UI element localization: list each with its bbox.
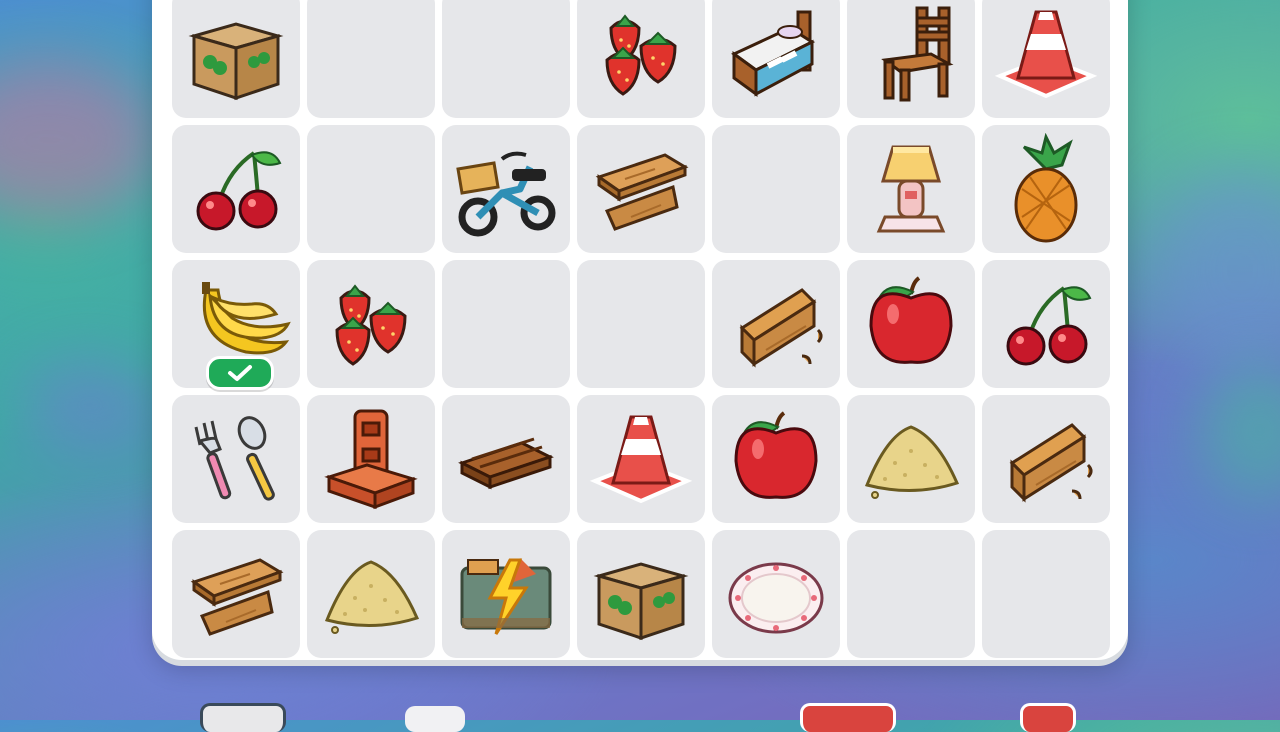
board-cell[interactable] xyxy=(577,0,705,118)
board-cell[interactable] xyxy=(172,125,300,253)
board-cell-empty[interactable] xyxy=(577,260,705,388)
board-cell-empty[interactable] xyxy=(847,530,975,658)
energy-crate-icon[interactable] xyxy=(450,538,562,650)
background-blob xyxy=(1150,170,1280,370)
bed-icon[interactable] xyxy=(720,0,832,110)
bottom-item-peek[interactable] xyxy=(800,703,896,732)
wooden-pallet-icon[interactable] xyxy=(450,403,562,515)
merge-board xyxy=(152,0,1128,660)
sand-pile-icon[interactable] xyxy=(855,403,967,515)
board-cell[interactable] xyxy=(442,530,570,658)
wooden-log-icon[interactable] xyxy=(990,403,1102,515)
board-cell[interactable] xyxy=(442,125,570,253)
sand-pile-icon[interactable] xyxy=(315,538,427,650)
board-cell[interactable] xyxy=(577,125,705,253)
bicycle-icon[interactable] xyxy=(450,133,562,245)
wooden-planks-icon[interactable] xyxy=(585,133,697,245)
board-cell[interactable] xyxy=(982,260,1110,388)
pineapple-icon[interactable] xyxy=(990,133,1102,245)
wooden-log-icon[interactable] xyxy=(720,268,832,380)
board-grid xyxy=(172,0,1110,658)
board-cell[interactable] xyxy=(712,395,840,523)
traffic-cone-icon[interactable] xyxy=(585,403,697,515)
board-cell[interactable] xyxy=(982,125,1110,253)
background-blob xyxy=(1200,360,1280,500)
board-cell-empty[interactable] xyxy=(442,0,570,118)
traffic-cone-icon[interactable] xyxy=(990,0,1102,110)
brick-blocks-icon[interactable] xyxy=(315,403,427,515)
fork-spoon-icon[interactable] xyxy=(180,403,292,515)
wooden-chair-icon[interactable] xyxy=(855,0,967,110)
table-lamp-icon[interactable] xyxy=(855,133,967,245)
checkmark-icon xyxy=(206,356,274,390)
strawberries-icon[interactable] xyxy=(315,268,427,380)
apple-icon[interactable] xyxy=(720,403,832,515)
apple-icon[interactable] xyxy=(855,268,967,380)
board-cell[interactable] xyxy=(172,395,300,523)
cardboard-box-icon[interactable] xyxy=(180,0,292,110)
board-cell[interactable] xyxy=(982,0,1110,118)
bottom-item-peek[interactable] xyxy=(200,703,286,732)
board-cell[interactable] xyxy=(712,0,840,118)
board-cell[interactable] xyxy=(307,530,435,658)
board-cell[interactable] xyxy=(712,260,840,388)
board-cell[interactable] xyxy=(172,260,300,390)
cherries-icon[interactable] xyxy=(180,133,292,245)
board-cell-empty[interactable] xyxy=(982,530,1110,658)
board-cell[interactable] xyxy=(712,530,840,658)
board-cell[interactable] xyxy=(847,0,975,118)
background-blob xyxy=(20,360,160,450)
board-cell[interactable] xyxy=(847,260,975,388)
bottom-item-peek[interactable] xyxy=(1020,703,1076,732)
background-blob xyxy=(0,60,160,220)
board-cell-empty[interactable] xyxy=(712,125,840,253)
wooden-planks-icon[interactable] xyxy=(180,538,292,650)
strawberries-icon[interactable] xyxy=(585,0,697,110)
board-cell[interactable] xyxy=(577,395,705,523)
board-cell[interactable] xyxy=(307,395,435,523)
board-cell-empty[interactable] xyxy=(442,260,570,388)
board-cell[interactable] xyxy=(172,0,300,118)
board-cell[interactable] xyxy=(847,395,975,523)
board-cell[interactable] xyxy=(982,395,1110,523)
board-cell[interactable] xyxy=(307,260,435,388)
board-cell[interactable] xyxy=(172,530,300,658)
cardboard-box-icon[interactable] xyxy=(585,538,697,650)
cherries-icon[interactable] xyxy=(990,268,1102,380)
board-cell-empty[interactable] xyxy=(307,0,435,118)
bottom-item-peek[interactable] xyxy=(405,706,465,732)
board-cell[interactable] xyxy=(577,530,705,658)
board-cell[interactable] xyxy=(442,395,570,523)
plate-icon[interactable] xyxy=(720,538,832,650)
board-cell[interactable] xyxy=(847,125,975,253)
board-cell-empty[interactable] xyxy=(307,125,435,253)
